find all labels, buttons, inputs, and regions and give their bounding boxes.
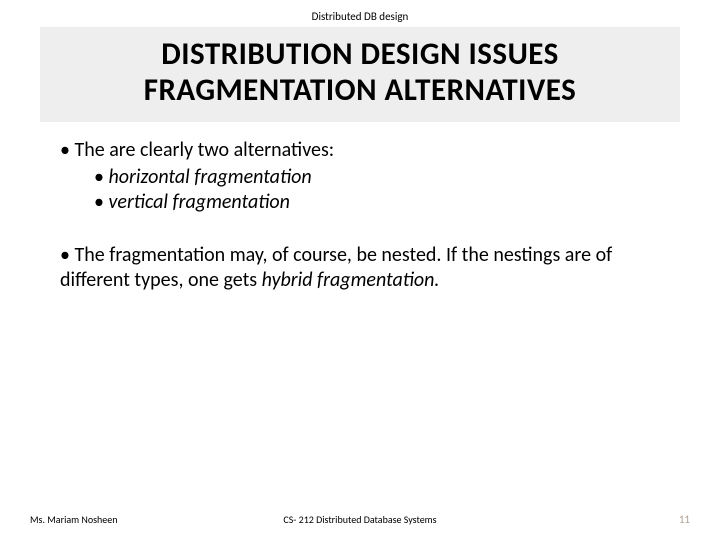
slide-title-box: DISTRIBUTION DESIGN ISSUES FRAGMENTATION… xyxy=(40,27,680,122)
slide-title: DISTRIBUTION DESIGN ISSUES FRAGMENTATION… xyxy=(60,37,660,108)
bullet-marker: • xyxy=(94,165,108,189)
bullet-marker: • xyxy=(94,190,108,214)
title-line-2: FRAGMENTATION ALTERNATIVES xyxy=(144,71,577,109)
slide-footer: Ms. Mariam Nosheen CS- 212 Distributed D… xyxy=(0,513,720,526)
title-line-1: DISTRIBUTION DESIGN ISSUES xyxy=(161,35,559,73)
bullet-nested: • The fragmentation may, of course, be n… xyxy=(60,243,660,293)
bullet-alternatives: • The are clearly two alternatives: xyxy=(60,138,660,163)
footer-author: Ms. Mariam Nosheen xyxy=(30,513,118,526)
footer-course: CS- 212 Distributed Database Systems xyxy=(283,513,436,526)
bullet-vertical: • vertical fragmentation xyxy=(60,190,660,215)
slide-content: • The are clearly two alternatives: • ho… xyxy=(0,122,720,293)
header-label: Distributed DB design xyxy=(0,0,720,27)
bullet-text: vertical fragmentation xyxy=(108,190,289,214)
bullet-horizontal: • horizontal fragmentation xyxy=(60,165,660,190)
footer-page-number: 11 xyxy=(679,513,690,526)
bullet-text-italic: hybrid fragmentation. xyxy=(262,268,440,292)
bullet-text: horizontal fragmentation xyxy=(108,165,311,189)
